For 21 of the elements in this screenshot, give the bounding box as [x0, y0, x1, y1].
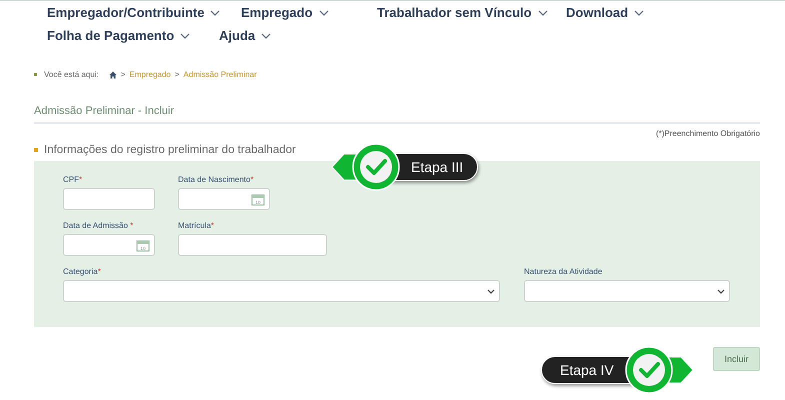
nav-menu-item[interactable]: Download	[566, 5, 644, 20]
breadcrumb-link[interactable]: Empregado	[129, 70, 171, 79]
field-label: Natureza da Atividade	[524, 267, 604, 276]
breadcrumb-separator: >	[120, 70, 126, 79]
nav-menu-item[interactable]: Empregador/Contribuinte	[47, 5, 241, 20]
submit-button[interactable]: Incluir	[713, 347, 760, 371]
nav-menu-item[interactable]: Ajuda	[219, 28, 272, 43]
required-note: (*)Preenchimento Obrigatório	[654, 129, 760, 138]
field-label: Data de Nascimento*	[178, 175, 255, 184]
nav-menu-item[interactable]: Empregado	[241, 5, 377, 20]
breadcrumb-separator: >	[174, 70, 180, 79]
page-title: Admissão Preliminar - Incluir	[34, 105, 760, 124]
field-label: Data de Admissão *	[63, 221, 134, 230]
field-label: Categoria*	[63, 267, 102, 276]
breadcrumb-label: Você está aqui:	[44, 70, 99, 79]
section-heading: Informações do registro preliminar do trabalhador	[44, 144, 296, 156]
field-label: Matrícula*	[178, 221, 216, 230]
nav-menu-item[interactable]: Folha de Pagamento	[47, 28, 219, 43]
nav-menu-item[interactable]: Trabalhador sem Vínculo	[377, 5, 566, 20]
field-label: CPF*	[63, 175, 84, 184]
breadcrumb-link[interactable]: Admissão Preliminar	[183, 70, 257, 79]
